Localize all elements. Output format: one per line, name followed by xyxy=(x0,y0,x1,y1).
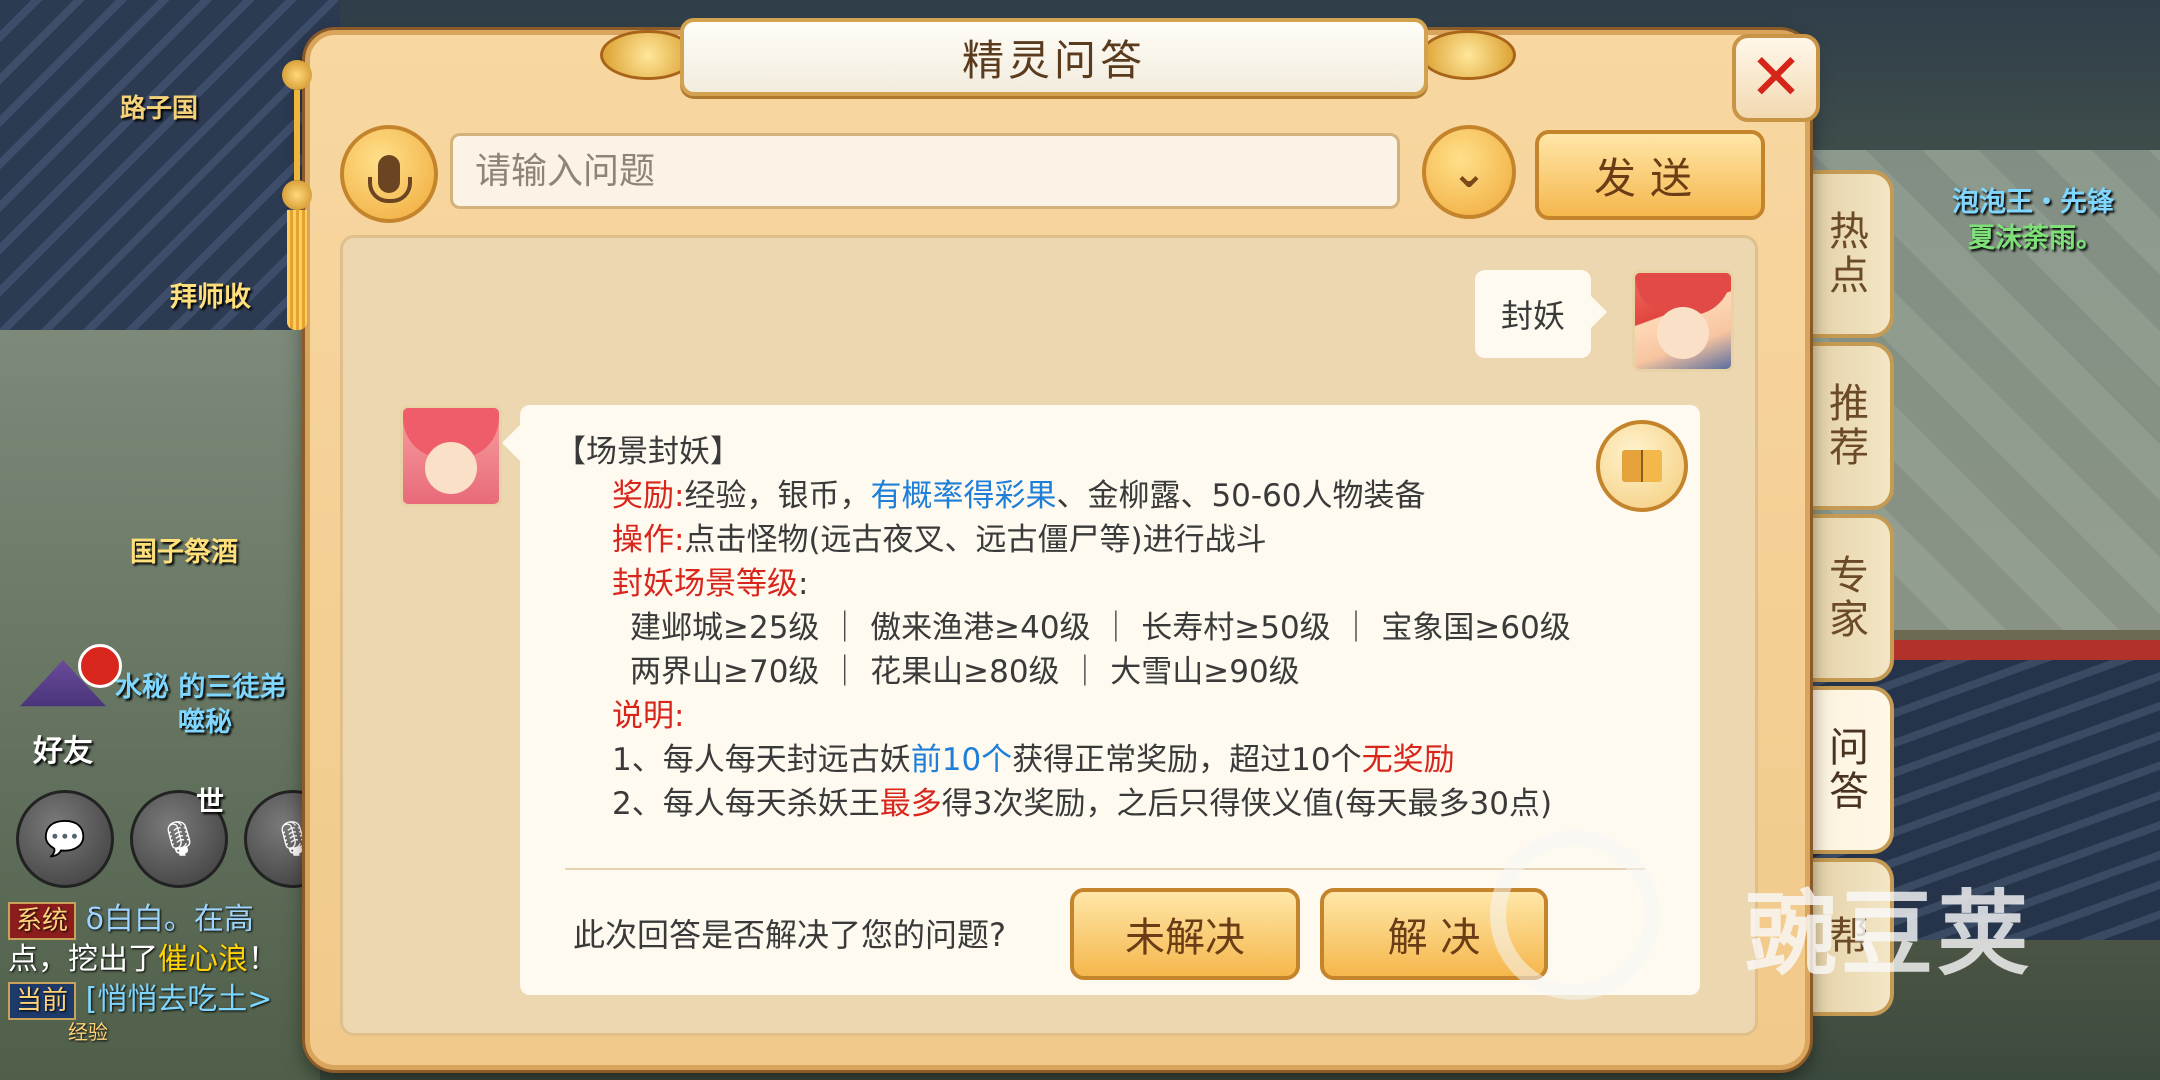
feedback-question: 此次回答是否解决了您的问题? xyxy=(573,916,1006,954)
answer-note-label: 说明: xyxy=(612,698,685,734)
npc-name-left-4[interactable]: 噬秘 xyxy=(178,700,232,739)
microphone-icon: 🎙 xyxy=(157,819,201,859)
guide-book-button[interactable] xyxy=(1596,420,1688,512)
tab-expert[interactable]: 专家 xyxy=(1800,514,1894,682)
answer-note-2: 2、每人每天杀妖王最多得3次奖励，之后只得侠义值(每天最多30点) xyxy=(612,786,1553,822)
sign-text: 路子国 xyxy=(120,94,199,124)
question-input[interactable] xyxy=(450,133,1400,209)
answer-divider xyxy=(565,868,1645,870)
friends-label: 好友 xyxy=(33,734,93,769)
chat-line-2: 点，挖出了催心浪！ xyxy=(8,940,308,980)
notification-dot xyxy=(78,644,122,688)
answer-level-label: 封妖场景等级: xyxy=(612,566,809,602)
chat-line-1: 系统 δ白白。在高 xyxy=(8,900,308,940)
chat-text-2b: 催心浪 xyxy=(158,942,248,977)
chat-line-4: 经验 xyxy=(68,1020,108,1044)
chat-tag-current: 当前 xyxy=(8,982,77,1020)
user-avatar xyxy=(1632,270,1734,372)
chat-text-2a: 点，挖出了 xyxy=(8,942,158,977)
chat-text-3: [悄悄去吃土> xyxy=(85,982,273,1017)
npc-name-left-2[interactable]: 国子祭酒 xyxy=(130,530,238,569)
microphone-icon xyxy=(368,155,412,203)
chat-bubble-icon: 💬 xyxy=(43,819,87,859)
close-icon: ✕ xyxy=(1749,41,1803,115)
unresolved-button[interactable]: 未解决 xyxy=(1070,888,1300,980)
chevron-down-icon: ⌄ xyxy=(1451,147,1487,197)
answer-reward-line: 奖励:经验，银币，有概率得彩果、金柳露、50-60人物装备 xyxy=(612,478,1426,514)
user-message-bubble: 封妖 xyxy=(1475,270,1607,358)
answer-levels-row-2: 两界山≥70级 ｜ 花果山≥80级 ｜ 大雪山≥90级 xyxy=(630,654,1300,690)
world-label: 世 xyxy=(196,785,225,818)
title-ornament-right xyxy=(1420,30,1516,80)
answer-heading: 【场景封妖】 xyxy=(555,434,741,470)
history-dropdown-button[interactable]: ⌄ xyxy=(1422,125,1516,219)
chat-line-3: 当前 [悄悄去吃土> xyxy=(8,980,308,1020)
chat-text-1: δ白白。在高 xyxy=(85,902,254,937)
answer-operation-line: 操作:点击怪物(远古夜叉、远古僵尸等)进行战斗 xyxy=(612,522,1267,558)
decorative-tassel xyxy=(282,60,312,330)
answer-levels-row-1: 建邺城≥25级 ｜ 傲来渔港≥40级 ｜ 长寿村≥50级 ｜ 宝象国≥60级 xyxy=(630,610,1571,646)
send-button[interactable]: 发送 xyxy=(1535,130,1765,220)
spirit-avatar xyxy=(400,405,502,507)
npc-name-top-right-1[interactable]: 泡泡王・先锋 xyxy=(1952,180,2114,219)
dialog-title: 精灵问答 xyxy=(680,18,1428,96)
npc-name-left-3[interactable]: 水秘 的三徒弟 xyxy=(115,665,286,704)
npc-name-top-right-2[interactable]: 夏沫荼雨。 xyxy=(1968,216,2103,255)
voice-input-button[interactable] xyxy=(340,125,438,223)
chat-tag-system: 系统 xyxy=(8,902,77,940)
tab-hot[interactable]: 热点 xyxy=(1800,170,1894,338)
tab-recommend[interactable]: 推荐 xyxy=(1800,342,1894,510)
watermark-logo-icon xyxy=(1490,830,1660,1000)
book-icon xyxy=(1622,450,1662,482)
npc-name-left-1[interactable]: 拜师收 xyxy=(170,275,251,314)
chat-log[interactable]: 系统 δ白白。在高 点，挖出了催心浪！ 当前 [悄悄去吃土> 经验 xyxy=(8,900,308,1044)
chat-text-2c: ！ xyxy=(248,942,278,977)
watermark-text: 豌豆荚 xyxy=(1745,881,2034,988)
chat-bubble-button[interactable]: 💬 xyxy=(16,790,114,888)
answer-note-1: 1、每人每天封远古妖前10个获得正常奖励，超过10个无奖励 xyxy=(612,742,1455,778)
close-button[interactable]: ✕ xyxy=(1732,34,1820,122)
